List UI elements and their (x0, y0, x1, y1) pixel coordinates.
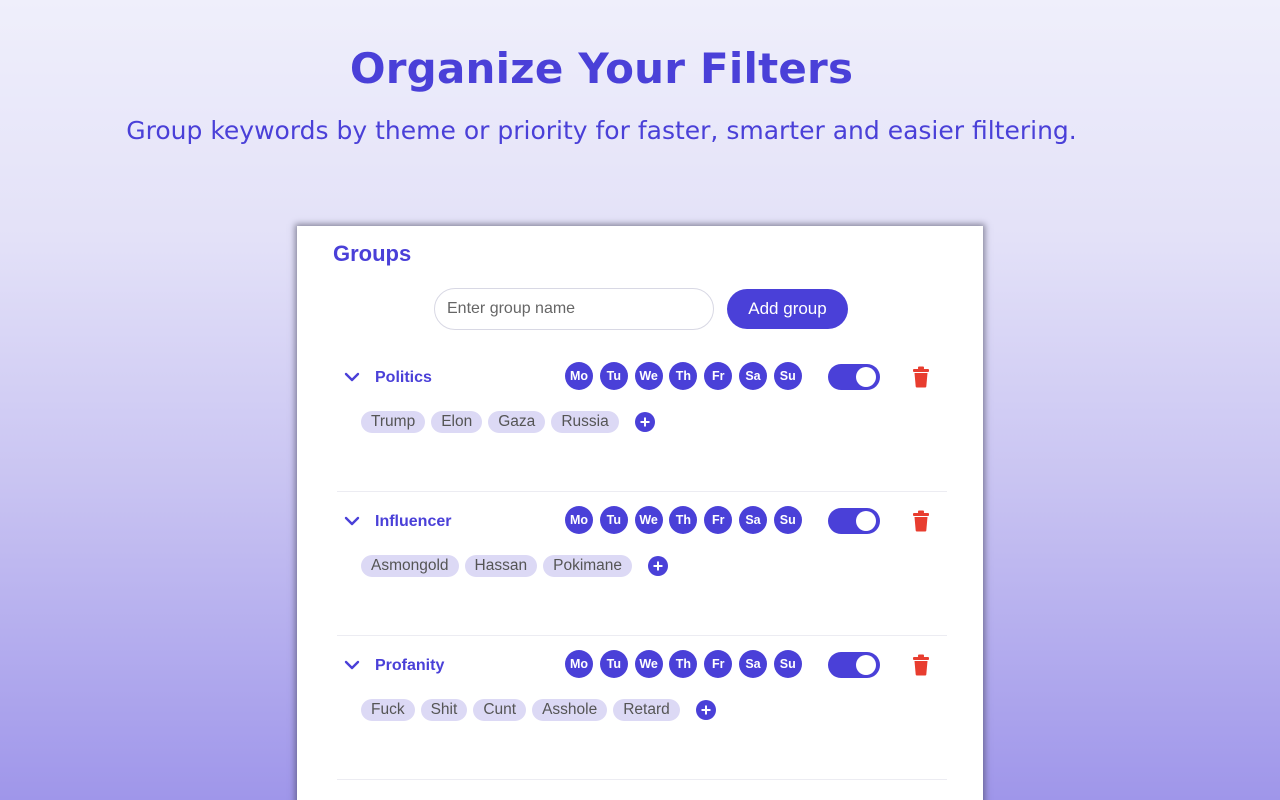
day-toggle[interactable]: We (634, 506, 663, 534)
chevron-down-icon[interactable] (343, 368, 361, 386)
plus-icon[interactable] (634, 412, 655, 432)
group-item: Politics Mo Tu We Th Fr Sa Su Trump Elon Gaza Rus… (337, 348, 947, 492)
day-toggle[interactable]: Su (773, 506, 802, 534)
day-toggle[interactable]: Tu (599, 362, 628, 390)
trash-icon[interactable] (911, 510, 931, 532)
trash-icon[interactable] (911, 654, 931, 676)
day-toggle[interactable]: Sa (738, 362, 767, 390)
group-header: Profanity Mo Tu We Th Fr Sa Su (337, 650, 947, 680)
day-toggle[interactable]: Fr (704, 506, 733, 534)
keyword-tag[interactable]: Trump (361, 411, 426, 433)
day-toggle[interactable]: Th (669, 506, 698, 534)
keyword-tag[interactable]: Gaza (488, 411, 546, 433)
hero-title: Organize Your Filters (349, 44, 854, 93)
schedule-days: Mo Tu We Th Fr Sa Su (565, 650, 809, 678)
day-toggle[interactable]: Mo (565, 650, 593, 678)
schedule-days: Mo Tu We Th Fr Sa Su (565, 362, 809, 390)
group-list: Politics Mo Tu We Th Fr Sa Su Trump Elon Gaza Rus… (337, 348, 947, 780)
add-group-button[interactable]: Add group (727, 289, 848, 329)
day-toggle[interactable]: Su (773, 362, 802, 390)
schedule-days: Mo Tu We Th Fr Sa Su (565, 506, 809, 534)
keyword-tag[interactable]: Asshole (532, 699, 608, 721)
panel-title: Groups (333, 241, 412, 266)
keyword-tag[interactable]: Hassan (464, 555, 538, 577)
keyword-tag[interactable]: Russia (551, 411, 619, 433)
keyword-tag[interactable]: Elon (431, 411, 483, 433)
day-toggle[interactable]: Sa (738, 506, 767, 534)
day-toggle[interactable]: Tu (599, 650, 628, 678)
keyword-list: Asmongold Hassan Pokimane (361, 555, 669, 577)
trash-icon[interactable] (911, 366, 931, 388)
group-enabled-toggle[interactable] (828, 364, 880, 390)
keyword-tag[interactable]: Asmongold (361, 555, 459, 577)
day-toggle[interactable]: Th (669, 362, 698, 390)
toggle-knob (856, 367, 876, 387)
group-name[interactable]: Politics (375, 369, 432, 387)
group-header: Influencer Mo Tu We Th Fr Sa Su (337, 506, 947, 536)
keyword-tag[interactable]: Fuck (361, 699, 415, 721)
group-enabled-toggle[interactable] (828, 508, 880, 534)
keyword-tag[interactable]: Shit (420, 699, 468, 721)
plus-icon[interactable] (695, 700, 716, 720)
hero-subtitle: Group keywords by theme or priority for … (126, 116, 1077, 145)
day-toggle[interactable]: Fr (704, 362, 733, 390)
toggle-knob (856, 655, 876, 675)
chevron-down-icon[interactable] (343, 656, 361, 674)
keyword-list: Trump Elon Gaza Russia (361, 411, 655, 433)
group-item: Profanity Mo Tu We Th Fr Sa Su Fuck Shit Cunt Ass… (337, 636, 947, 780)
group-header: Politics Mo Tu We Th Fr Sa Su (337, 362, 947, 392)
group-item: Influencer Mo Tu We Th Fr Sa Su Asmongold Hassa… (337, 492, 947, 636)
group-name[interactable]: Influencer (375, 513, 451, 531)
day-toggle[interactable]: Th (669, 650, 698, 678)
day-toggle[interactable]: Fr (704, 650, 733, 678)
add-group-row: Add group (434, 288, 848, 330)
day-toggle[interactable]: Su (773, 650, 802, 678)
chevron-down-icon[interactable] (343, 512, 361, 530)
plus-icon[interactable] (648, 556, 669, 576)
toggle-knob (856, 511, 876, 531)
keyword-tag[interactable]: Cunt (473, 699, 527, 721)
keyword-list: Fuck Shit Cunt Asshole Retard (361, 699, 716, 721)
day-toggle[interactable]: Mo (565, 506, 593, 534)
day-toggle[interactable]: Mo (565, 362, 593, 390)
day-toggle[interactable]: Tu (599, 506, 628, 534)
day-toggle[interactable]: We (634, 362, 663, 390)
group-name[interactable]: Profanity (375, 657, 444, 675)
day-toggle[interactable]: Sa (738, 650, 767, 678)
groups-panel: Groups Add group Politics MoTuWeThFrSaSu… (297, 226, 983, 800)
keyword-tag[interactable]: Retard (613, 699, 680, 721)
group-enabled-toggle[interactable] (828, 652, 880, 678)
group-name-input[interactable] (434, 288, 714, 330)
keyword-tag[interactable]: Pokimane (543, 555, 633, 577)
day-toggle[interactable]: We (634, 650, 663, 678)
